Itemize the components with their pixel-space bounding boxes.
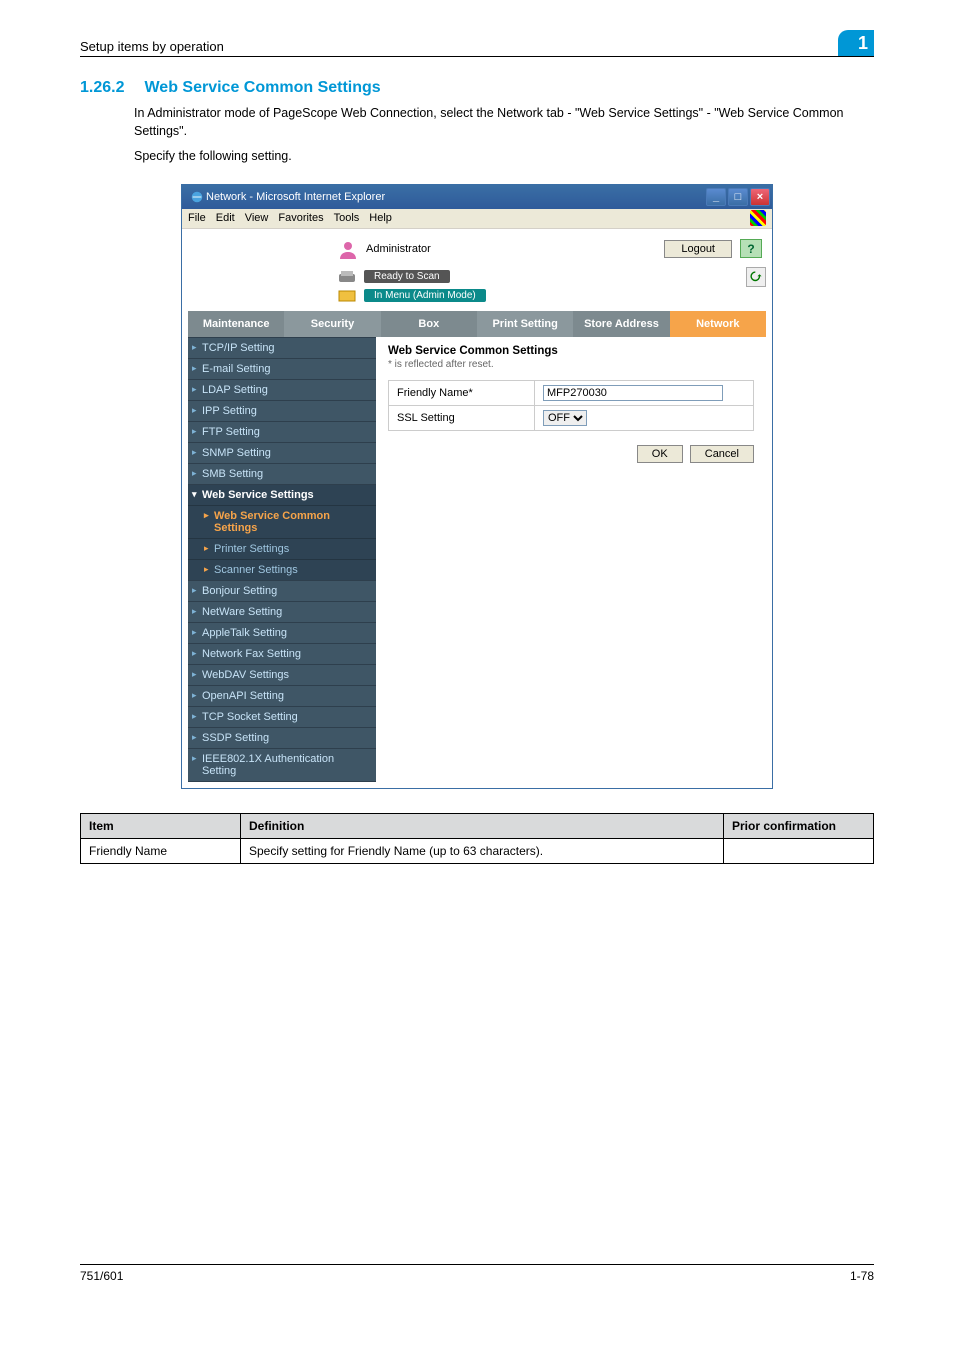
sidebar-item-smb[interactable]: SMB Setting (188, 463, 376, 484)
mode-status-icon (338, 289, 356, 303)
sidebar-item-tcpip[interactable]: TCP/IP Setting (188, 337, 376, 358)
logout-button[interactable]: Logout (664, 240, 732, 258)
minimize-button[interactable]: _ (706, 188, 726, 206)
screenshot-window: Network - Microsoft Internet Explorer _ … (181, 184, 773, 789)
sidebar-item-web-service[interactable]: Web Service Settings (188, 484, 376, 505)
ie-icon (188, 190, 206, 204)
section-para-2: Specify the following setting. (134, 148, 874, 166)
help-button[interactable]: ? (740, 239, 762, 258)
sidebar-item-ldap[interactable]: LDAP Setting (188, 379, 376, 400)
sidebar-item-netware[interactable]: NetWare Setting (188, 601, 376, 622)
definition-table: Item Definition Prior confirmation Frien… (80, 813, 874, 864)
menu-edit[interactable]: Edit (216, 212, 235, 224)
sidebar: TCP/IP Setting E-mail Setting LDAP Setti… (188, 337, 376, 782)
ok-button[interactable]: OK (637, 445, 683, 463)
sidebar-item-netfax[interactable]: Network Fax Setting (188, 643, 376, 664)
menu-favorites[interactable]: Favorites (278, 212, 323, 224)
admin-user-icon (338, 239, 358, 259)
def-header-prior: Prior confirmation (724, 813, 874, 838)
footer-right: 1-78 (850, 1269, 874, 1283)
menu-file[interactable]: File (188, 212, 206, 224)
chapter-badge: 1 (838, 30, 874, 56)
panel-title: Web Service Common Settings (388, 345, 754, 357)
sidebar-item-ieee8021x[interactable]: IEEE802.1X Authentication Setting (188, 748, 376, 782)
friendly-name-input[interactable] (543, 385, 723, 401)
sidebar-sub-printer[interactable]: Printer Settings (188, 538, 376, 559)
footer-left: 751/601 (80, 1269, 123, 1283)
scanner-status-icon (338, 270, 356, 284)
breadcrumb: Setup items by operation (80, 39, 838, 54)
cancel-button[interactable]: Cancel (690, 445, 754, 463)
tab-network[interactable]: Network (670, 311, 766, 337)
window-titlebar: Network - Microsoft Internet Explorer _ … (182, 185, 772, 209)
ssl-setting-label: SSL Setting (389, 405, 535, 430)
sidebar-item-email[interactable]: E-mail Setting (188, 358, 376, 379)
def-row1-definition: Specify setting for Friendly Name (up to… (241, 838, 724, 863)
maximize-button[interactable]: □ (728, 188, 748, 206)
menu-help[interactable]: Help (369, 212, 392, 224)
sidebar-item-ssdp[interactable]: SSDP Setting (188, 727, 376, 748)
window-title: Network - Microsoft Internet Explorer (206, 191, 385, 203)
sidebar-item-appletalk[interactable]: AppleTalk Setting (188, 622, 376, 643)
tab-store-address[interactable]: Store Address (573, 311, 669, 337)
friendly-name-label: Friendly Name* (389, 380, 535, 405)
menu-view[interactable]: View (245, 212, 269, 224)
section-para-1: In Administrator mode of PageScope Web C… (134, 105, 874, 140)
menu-tools[interactable]: Tools (334, 212, 360, 224)
section-number: 1.26.2 (80, 79, 124, 97)
ie-flag-icon (750, 210, 766, 226)
sidebar-item-bonjour[interactable]: Bonjour Setting (188, 580, 376, 601)
panel-note: * is reflected after reset. (388, 359, 754, 370)
def-row1-item: Friendly Name (81, 838, 241, 863)
ssl-setting-select[interactable]: OFF (543, 410, 587, 426)
refresh-button[interactable] (746, 267, 766, 287)
tab-box[interactable]: Box (381, 311, 477, 337)
status-ready: Ready to Scan (364, 270, 450, 283)
tab-bar: Maintenance Security Box Print Setting S… (188, 311, 766, 337)
def-row1-prior (724, 838, 874, 863)
def-header-definition: Definition (241, 813, 724, 838)
tab-security[interactable]: Security (284, 311, 380, 337)
status-mode: In Menu (Admin Mode) (364, 289, 486, 302)
sidebar-item-openapi[interactable]: OpenAPI Setting (188, 685, 376, 706)
menu-bar: File Edit View Favorites Tools Help (182, 209, 772, 229)
sidebar-sub-scanner[interactable]: Scanner Settings (188, 559, 376, 580)
tab-print-setting[interactable]: Print Setting (477, 311, 573, 337)
sidebar-sub-common[interactable]: Web Service Common Settings (188, 505, 376, 538)
sidebar-item-snmp[interactable]: SNMP Setting (188, 442, 376, 463)
admin-label: Administrator (366, 243, 431, 255)
section-title: Web Service Common Settings (144, 79, 380, 97)
tab-maintenance[interactable]: Maintenance (188, 311, 284, 337)
sidebar-item-webdav[interactable]: WebDAV Settings (188, 664, 376, 685)
sidebar-item-tcp-socket[interactable]: TCP Socket Setting (188, 706, 376, 727)
sidebar-item-ftp[interactable]: FTP Setting (188, 421, 376, 442)
close-button[interactable]: × (750, 188, 770, 206)
def-header-item: Item (81, 813, 241, 838)
main-panel: Web Service Common Settings * is reflect… (376, 337, 766, 782)
sidebar-item-ipp[interactable]: IPP Setting (188, 400, 376, 421)
